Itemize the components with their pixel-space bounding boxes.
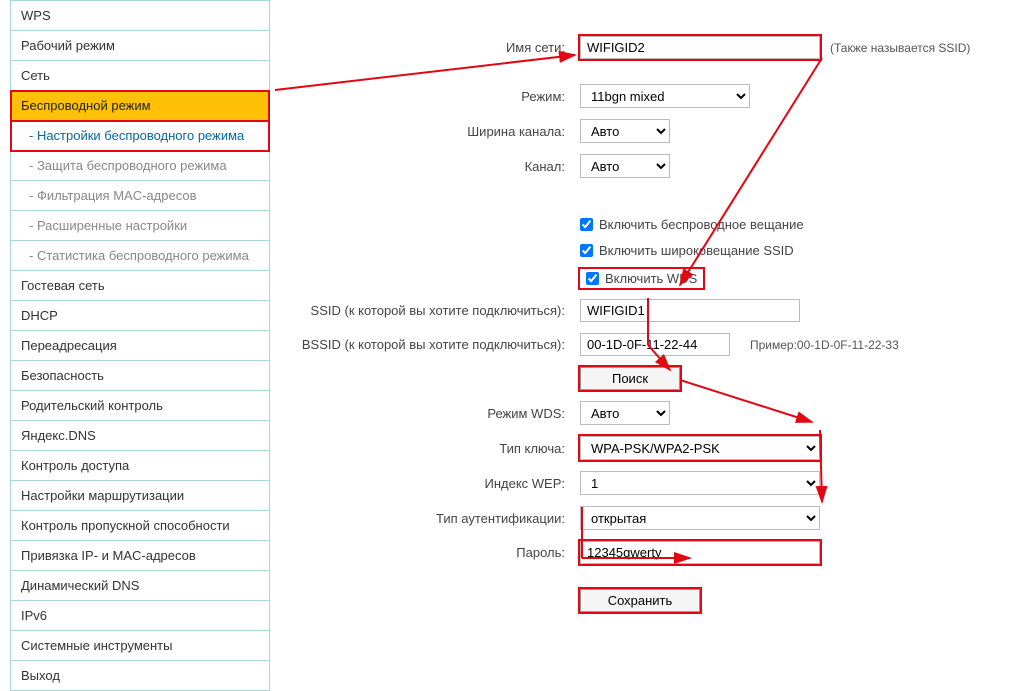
sidebar-item-dhcp[interactable]: DHCP xyxy=(11,301,269,331)
save-button[interactable]: Сохранить xyxy=(580,589,700,612)
sidebar-nav: WPS Рабочий режим Сеть Беспроводной режи… xyxy=(10,0,270,691)
select-key-type[interactable]: WPA-PSK/WPA2-PSK xyxy=(580,436,820,460)
checkbox-enable-wds[interactable] xyxy=(586,272,599,285)
input-target-ssid[interactable] xyxy=(580,299,800,322)
checkbox-enable-wireless[interactable] xyxy=(580,218,593,231)
label-key-type: Тип ключа: xyxy=(300,441,580,456)
label-target-ssid: SSID (к которой вы хотите подключиться): xyxy=(300,303,580,318)
sidebar-item-ddns[interactable]: Динамический DNS xyxy=(11,571,269,601)
note-bssid-example: Пример:00-1D-0F-11-22-33 xyxy=(750,338,899,352)
sidebar-item-logout[interactable]: Выход xyxy=(11,661,269,690)
content-pane: Имя сети: (Также называется SSID) Режим:… xyxy=(300,0,1014,571)
sidebar-item-mac-filter[interactable]: - Фильтрация MAC-адресов xyxy=(11,181,269,211)
sidebar-item-work-mode[interactable]: Рабочий режим xyxy=(11,31,269,61)
label-enable-wds: Включить WDS xyxy=(605,271,697,286)
sidebar-item-wireless[interactable]: Беспроводной режим xyxy=(11,91,269,121)
input-ssid-name[interactable] xyxy=(580,36,820,59)
sidebar-item-network[interactable]: Сеть xyxy=(11,61,269,91)
label-ssid-name: Имя сети: xyxy=(300,40,580,55)
sidebar-item-forwarding[interactable]: Переадресация xyxy=(11,331,269,361)
select-wep-index[interactable]: 1 xyxy=(580,471,820,495)
sidebar-item-access-control[interactable]: Контроль доступа xyxy=(11,451,269,481)
sidebar-item-yandex-dns[interactable]: Яндекс.DNS xyxy=(11,421,269,451)
label-auth-type: Тип аутентификации: xyxy=(300,511,580,526)
label-password: Пароль: xyxy=(300,545,580,560)
checkbox-enable-ssid-bcast[interactable] xyxy=(580,244,593,257)
sidebar-item-guest-network[interactable]: Гостевая сеть xyxy=(11,271,269,301)
sidebar-item-wps[interactable]: WPS xyxy=(11,1,269,31)
sidebar-item-parental[interactable]: Родительский контроль xyxy=(11,391,269,421)
sidebar-item-ip-mac-binding[interactable]: Привязка IP- и MAC-адресов xyxy=(11,541,269,571)
sidebar-item-routing[interactable]: Настройки маршрутизации xyxy=(11,481,269,511)
label-target-bssid: BSSID (к которой вы хотите подключиться)… xyxy=(300,337,580,352)
sidebar-item-system-tools[interactable]: Системные инструменты xyxy=(11,631,269,661)
sidebar-item-security[interactable]: Безопасность xyxy=(11,361,269,391)
label-channel: Канал: xyxy=(300,159,580,174)
select-wds-mode[interactable]: Авто xyxy=(580,401,670,425)
sidebar-item-wireless-stats[interactable]: - Статистика беспроводного режима xyxy=(11,241,269,271)
select-channel[interactable]: Авто xyxy=(580,154,670,178)
sidebar-item-wireless-settings[interactable]: - Настройки беспроводного режима xyxy=(11,121,269,151)
label-enable-ssid-bcast: Включить широковещание SSID xyxy=(599,243,794,258)
input-password[interactable] xyxy=(580,541,820,564)
select-mode[interactable]: 11bgn mixed xyxy=(580,84,750,108)
label-enable-wireless: Включить беспроводное вещание xyxy=(599,217,804,232)
sidebar-item-wireless-security[interactable]: - Защита беспроводного режима xyxy=(11,151,269,181)
label-wep-index: Индекс WEP: xyxy=(300,476,580,491)
select-auth-type[interactable]: открытая xyxy=(580,506,820,530)
search-button[interactable]: Поиск xyxy=(580,367,680,390)
sidebar-item-advanced[interactable]: - Расширенные настройки xyxy=(11,211,269,241)
sidebar-item-bandwidth-control[interactable]: Контроль пропускной способности xyxy=(11,511,269,541)
label-wds-mode: Режим WDS: xyxy=(300,406,580,421)
input-target-bssid[interactable] xyxy=(580,333,730,356)
label-mode: Режим: xyxy=(300,89,580,104)
note-also-ssid: (Также называется SSID) xyxy=(830,41,970,55)
sidebar-item-ipv6[interactable]: IPv6 xyxy=(11,601,269,631)
select-chan-width[interactable]: Авто xyxy=(580,119,670,143)
label-chan-width: Ширина канала: xyxy=(300,124,580,139)
